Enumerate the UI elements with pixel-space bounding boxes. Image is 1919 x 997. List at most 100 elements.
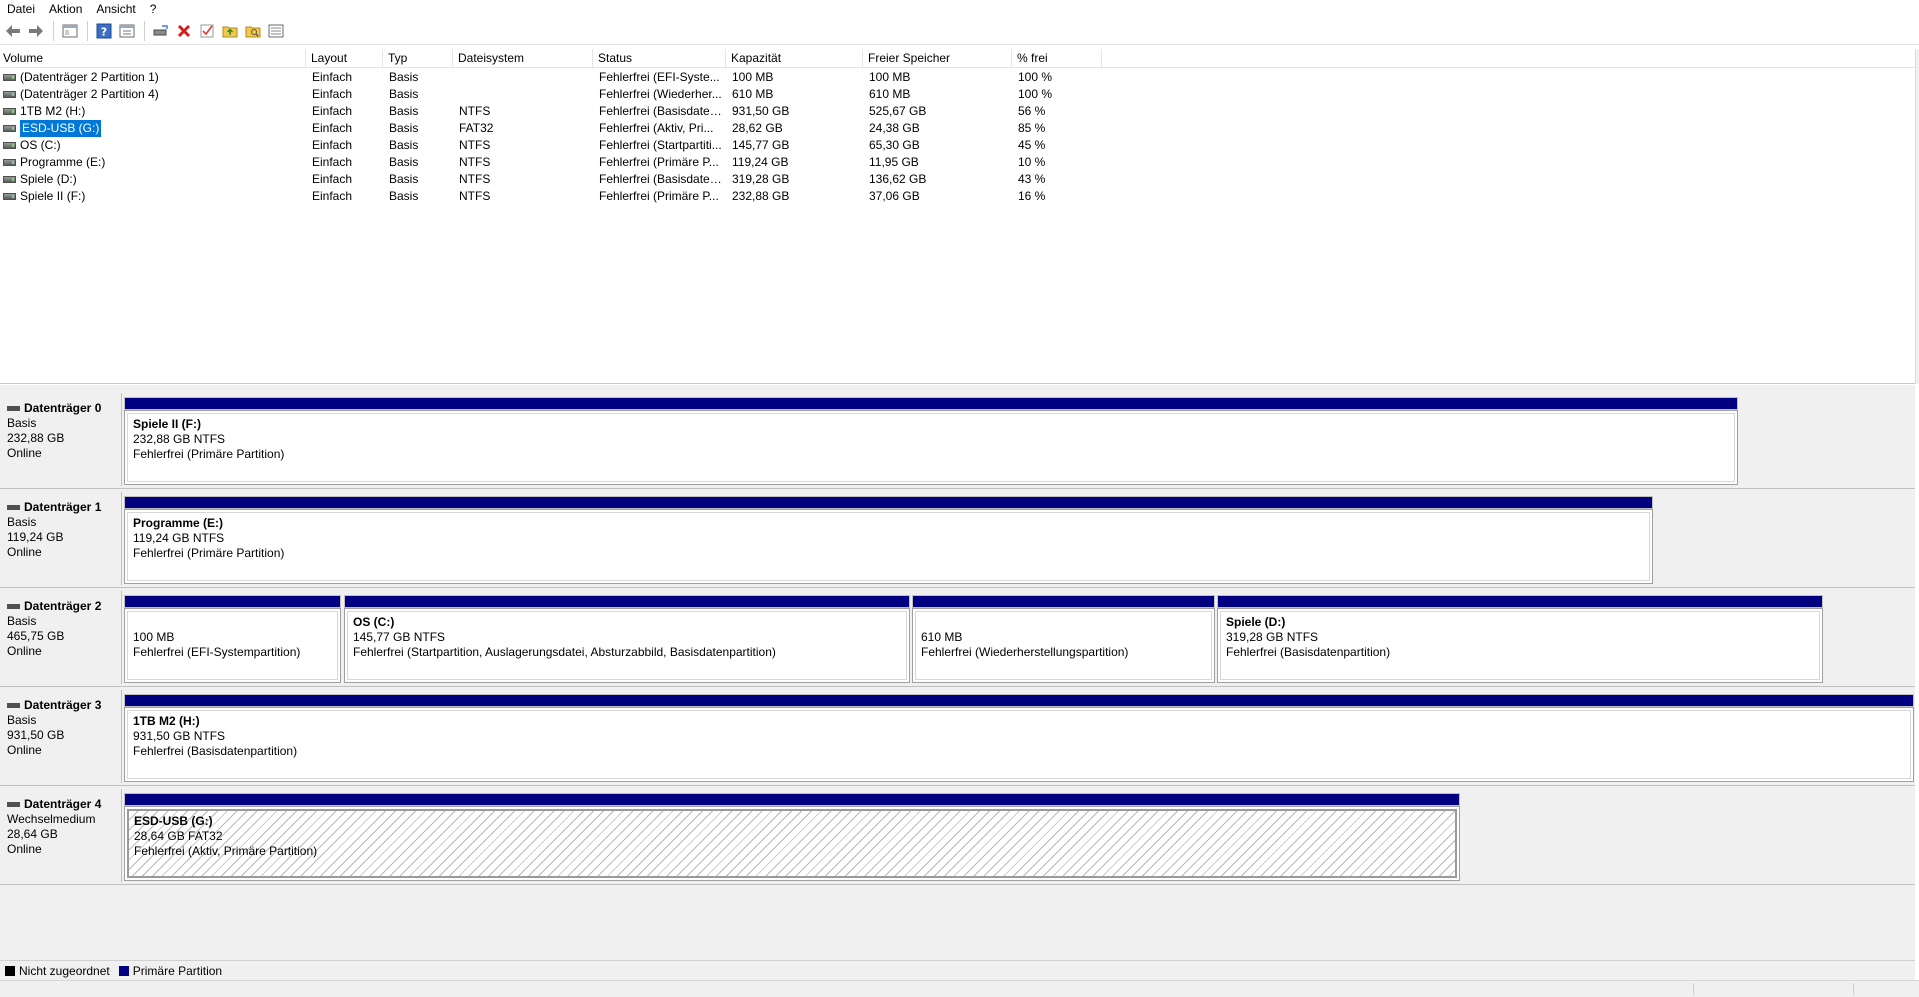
back-icon[interactable] [2, 20, 24, 42]
folder-search-icon[interactable] [242, 20, 264, 42]
partition-name: ESD-USB (G:) [134, 814, 213, 828]
partition-size: 145,77 GB NTFS [353, 630, 446, 644]
column-type[interactable]: Typ [383, 49, 453, 68]
volume-layout: Einfach [312, 138, 353, 152]
volume-percent-free: 100 % [1018, 70, 1053, 84]
volume-layout: Einfach [312, 155, 353, 169]
volume-row[interactable]: OS (C:) Einfach Basis NTFS Fehlerfrei (S… [0, 137, 1102, 154]
disk-label[interactable]: Datenträger 2 Basis 465,75 GB Online [0, 591, 122, 684]
volume-capacity: 319,28 GB [732, 172, 790, 186]
volume-status: Fehlerfrei (Basisdaten... [599, 172, 726, 186]
disk-state: Online [7, 743, 42, 757]
volume-percent-free: 10 % [1018, 155, 1046, 169]
disk-label[interactable]: Datenträger 3 Basis 931,50 GB Online [0, 690, 122, 783]
disk-size: 465,75 GB [7, 629, 65, 643]
menu-ansicht[interactable]: Ansicht [89, 1, 142, 17]
partition-status: Fehlerfrei (Wiederherstellungspartition) [921, 645, 1129, 659]
column-volume[interactable]: Volume [0, 49, 306, 68]
volume-percent-free: 16 % [1018, 189, 1046, 203]
volume-status: Fehlerfrei (Wiederher... [599, 87, 722, 101]
volume-free: 525,67 GB [869, 104, 927, 118]
volume-free: 11,95 GB [869, 155, 919, 169]
partition-size: 931,50 GB NTFS [133, 729, 226, 743]
volume-row[interactable]: (Datenträger 2 Partition 1) Einfach Basi… [0, 69, 1102, 86]
volume-free: 37,06 GB [869, 189, 920, 203]
disk-state: Online [7, 545, 42, 559]
legend-item-primary: Primäre Partition [118, 964, 222, 978]
drive-icon [3, 74, 16, 81]
volume-row[interactable]: (Datenträger 2 Partition 4) Einfach Basi… [0, 86, 1102, 103]
svg-text:?: ? [101, 25, 107, 38]
partition-spiele-d[interactable]: Spiele (D:) 319,28 GB NTFS Fehlerfrei (B… [1217, 595, 1823, 683]
drive-icon [3, 125, 16, 132]
column-filesystem[interactable]: Dateisystem [453, 49, 593, 68]
partition-name: OS (C:) [353, 615, 395, 629]
folder-up-icon[interactable] [219, 20, 241, 42]
list-scrollbar[interactable] [1915, 49, 1919, 384]
toolbar-separator [87, 20, 88, 41]
properties-icon[interactable] [116, 20, 138, 42]
partition-bar [124, 694, 1914, 707]
disk-label[interactable]: Datenträger 0 Basis 232,88 GB Online [0, 393, 122, 486]
volume-row[interactable]: Programme (E:) Einfach Basis NTFS Fehler… [0, 154, 1102, 171]
connect-drive-icon[interactable] [150, 20, 172, 42]
volume-name: (Datenträger 2 Partition 4) [20, 87, 159, 101]
volume-row[interactable]: 1TB M2 (H:) Einfach Basis NTFS Fehlerfre… [0, 103, 1102, 120]
volume-status: Fehlerfrei (Startpartiti... [599, 138, 722, 152]
partition-1tb-m2-h[interactable]: 1TB M2 (H:) 931,50 GB NTFS Fehlerfrei (B… [124, 694, 1914, 782]
partition-bar [124, 595, 341, 608]
column-free-space[interactable]: Freier Speicher [863, 49, 1012, 68]
partition-programme-e[interactable]: Programme (E:) 119,24 GB NTFS Fehlerfrei… [124, 496, 1653, 584]
volume-layout: Einfach [312, 104, 353, 118]
partition-esd-usb-g-selected[interactable]: ESD-USB (G:) 28,64 GB FAT32 Fehlerfrei (… [124, 793, 1460, 881]
partition-bar [124, 793, 1460, 806]
disk-label[interactable]: Datenträger 1 Basis 119,24 GB Online [0, 492, 122, 585]
menu-help[interactable]: ? [143, 1, 164, 17]
drive-icon [3, 159, 16, 166]
volume-type: Basis [389, 70, 419, 84]
toolbar: ? [0, 17, 1919, 45]
volume-name: ESD-USB (G:) [18, 120, 103, 137]
partition-name: Programme (E:) [133, 516, 224, 530]
check-icon[interactable] [196, 20, 218, 42]
column-percent-free[interactable]: % frei [1012, 49, 1102, 68]
menu-aktion[interactable]: Aktion [42, 1, 89, 17]
forward-icon[interactable] [25, 20, 47, 42]
partition-status: Fehlerfrei (EFI-Systempartition) [133, 645, 301, 659]
volume-row[interactable]: Spiele (D:) Einfach Basis NTFS Fehlerfre… [0, 171, 1102, 188]
volume-free: 24,38 GB [869, 121, 920, 135]
partition-efi[interactable]: 100 MB Fehlerfrei (EFI-Systempartition) [124, 595, 341, 683]
disk-icon [7, 604, 20, 609]
menu-datei[interactable]: Datei [0, 1, 42, 17]
disk-label[interactable]: Datenträger 4 Wechselmedium 28,64 GB Onl… [0, 789, 122, 882]
volume-name: (Datenträger 2 Partition 1) [20, 70, 159, 84]
toolbar-separator [53, 20, 54, 41]
column-capacity[interactable]: Kapazität [726, 49, 863, 68]
volume-row[interactable]: Spiele II (F:) Einfach Basis NTFS Fehler… [0, 188, 1102, 205]
partition-recovery[interactable]: 610 MB Fehlerfrei (Wiederherstellungspar… [912, 595, 1215, 683]
console-tree-icon[interactable] [59, 20, 81, 42]
partition-size: 319,28 GB NTFS [1226, 630, 1319, 644]
column-status[interactable]: Status [593, 49, 726, 68]
volume-layout: Einfach [312, 189, 353, 203]
legend-item-unallocated: Nicht zugeordnet [5, 964, 110, 978]
list-view-icon[interactable] [265, 20, 287, 42]
disk-name: Datenträger 4 [24, 797, 102, 811]
disk-size: 28,64 GB [7, 827, 58, 841]
partition-os-c[interactable]: OS (C:) 145,77 GB NTFS Fehlerfrei (Start… [344, 595, 910, 683]
volume-free: 610 MB [869, 87, 911, 101]
volume-layout: Einfach [312, 87, 353, 101]
status-bar-divider [1693, 983, 1694, 996]
partition-spiele-ii-f[interactable]: Spiele II (F:) 232,88 GB NTFS Fehlerfrei… [124, 397, 1738, 485]
drive-icon [3, 176, 16, 183]
toolbar-separator [144, 20, 145, 41]
column-layout[interactable]: Layout [306, 49, 383, 68]
partition-size: 610 MB [921, 630, 963, 644]
volume-row-selected[interactable]: ESD-USB (G:) Einfach Basis FAT32 Fehlerf… [0, 120, 1102, 137]
delete-icon[interactable] [173, 20, 195, 42]
help-icon[interactable]: ? [93, 20, 115, 42]
volume-filesystem [453, 86, 593, 103]
partition-status: Fehlerfrei (Aktiv, Primäre Partition) [134, 844, 318, 858]
disk-state: Online [7, 446, 42, 460]
volume-filesystem: NTFS [459, 138, 491, 152]
